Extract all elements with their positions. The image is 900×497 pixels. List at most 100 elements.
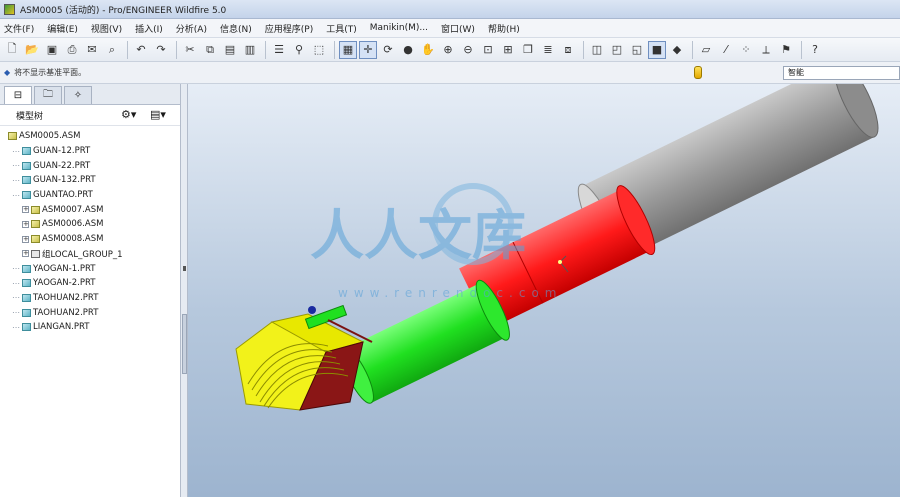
menu-tools[interactable]: 工具(T) (326, 22, 357, 35)
menu-insert[interactable]: 插入(I) (135, 22, 163, 35)
paste-icon[interactable]: ▤ (221, 41, 239, 59)
tree-item-label: ASM0008.ASM (42, 234, 104, 245)
hidden-line-icon[interactable]: ◰ (608, 41, 626, 59)
collapse-arrow-icon[interactable] (183, 266, 186, 271)
assembly-icon (31, 205, 40, 214)
tree-item[interactable]: ⋯ YAOGAN-2.PRT (0, 276, 180, 291)
datum-points-icon[interactable]: ⁘ (737, 41, 755, 59)
tree-item[interactable]: ⋯ GUAN-22.PRT (0, 158, 180, 173)
email-icon[interactable]: ✉ (83, 41, 101, 59)
enhanced-realism-icon[interactable]: ◆ (668, 41, 686, 59)
assembly-icon (31, 235, 40, 244)
tree-connector: ⋯ (12, 161, 20, 171)
reorient-icon[interactable]: ⊞ (499, 41, 517, 59)
tree-item[interactable]: ⋯ TAOHUAN2.PRT (0, 291, 180, 306)
tree-item[interactable]: + 组LOCAL_GROUP_1 (0, 247, 180, 262)
select-box-icon[interactable]: ⬚ (310, 41, 328, 59)
status-light-icon[interactable] (694, 66, 702, 79)
datum-planes-icon[interactable]: ▱ (697, 41, 715, 59)
refit-icon[interactable]: ⊡ (479, 41, 497, 59)
tree-item[interactable]: ⋯ GUAN-132.PRT (0, 173, 180, 188)
model-tree-header: 模型树 ⚙▾ ▤▾ (0, 105, 180, 126)
tree-item[interactable]: + ASM0008.ASM (0, 232, 180, 247)
expand-icon[interactable]: + (22, 250, 29, 258)
tab-folder-browser[interactable]: 🗀 (34, 86, 62, 104)
expand-icon[interactable]: + (22, 235, 29, 243)
panel-splitter[interactable] (181, 84, 188, 497)
cut-icon[interactable]: ✂ (181, 41, 199, 59)
tree-connector: ⋯ (12, 293, 20, 303)
settings-icon[interactable]: ⚙▾ (121, 108, 136, 121)
tree-item-label: ASM0005.ASM (19, 131, 81, 142)
flag-icon[interactable]: ⚑ (777, 41, 795, 59)
tab-favorites[interactable]: ✧ (64, 86, 92, 104)
svg-text:人人文库: 人人文库 (310, 204, 526, 267)
paste-special-icon[interactable]: ▥ (241, 41, 259, 59)
tree-item[interactable]: ⋯ GUANTAO.PRT (0, 188, 180, 203)
coordinate-systems-icon[interactable]: ⟂ (757, 41, 775, 59)
layers-icon[interactable]: ≣ (539, 41, 557, 59)
menu-manikin[interactable]: Manikin(M)... (370, 23, 428, 33)
zoom-file-icon[interactable]: ⌕ (103, 41, 121, 59)
zoom-in-icon[interactable]: ⊕ (439, 41, 457, 59)
menu-info[interactable]: 信息(N) (220, 22, 252, 35)
tree-item[interactable]: ⋯ YAOGAN-1.PRT (0, 261, 180, 276)
tree-connector: ⋯ (12, 264, 20, 274)
orient-icon[interactable]: ⟳ (379, 41, 397, 59)
tree-item[interactable]: ASM0005.ASM (0, 129, 180, 144)
print-icon[interactable]: ⎙ (63, 41, 81, 59)
tree-item-label: GUAN-132.PRT (33, 175, 96, 186)
tree-item-label: YAOGAN-1.PRT (33, 263, 96, 274)
shading-icon[interactable]: ■ (648, 40, 666, 59)
repaint-icon[interactable]: ▦ (339, 40, 357, 59)
tree-item[interactable]: ⋯ LIANGAN.PRT (0, 320, 180, 335)
undo-icon[interactable]: ↶ (132, 41, 150, 59)
datum-axes-icon[interactable]: ⁄ (717, 41, 735, 59)
menu-applications[interactable]: 应用程序(P) (265, 22, 313, 35)
menu-analysis[interactable]: 分析(A) (176, 22, 207, 35)
menu-window[interactable]: 窗口(W) (441, 22, 475, 35)
selection-filter-select[interactable]: 智能 (783, 66, 900, 80)
watermark-logo: 人人文库 www.renrendoc.com (310, 183, 556, 300)
tab-model-tree[interactable]: ⊟ (4, 86, 32, 104)
part-icon (22, 264, 31, 273)
tree-item[interactable]: ⋯ TAOHUAN2.PRT (0, 305, 180, 320)
appearance-icon[interactable]: ● (399, 41, 417, 59)
new-file-icon[interactable]: 🗋 (3, 41, 21, 59)
zoom-out-icon[interactable]: ⊖ (459, 41, 477, 59)
assembly-icon (31, 220, 40, 229)
tree-connector: ⋯ (12, 308, 20, 318)
regenerate-icon[interactable]: ☰ (270, 41, 288, 59)
spin-center-icon[interactable]: ✛ (359, 40, 377, 59)
show-icon[interactable]: ▤▾ (150, 108, 166, 121)
graphics-window[interactable]: 人人文库 www.renrendoc.com (188, 84, 900, 497)
tree-item[interactable]: ⋯ GUAN-12.PRT (0, 144, 180, 159)
wireframe-icon[interactable]: ◫ (588, 41, 606, 59)
menu-view[interactable]: 视图(V) (91, 22, 122, 35)
pan-icon[interactable]: ✋ (419, 41, 437, 59)
menu-bar: 文件(F) 编辑(E) 视图(V) 插入(I) 分析(A) 信息(N) 应用程序… (0, 19, 900, 38)
save-icon[interactable]: ▣ (43, 41, 61, 59)
copy-icon[interactable]: ⧉ (201, 41, 219, 59)
open-folder-icon[interactable]: 📂 (23, 41, 41, 59)
model-tree: ASM0005.ASM ⋯ GUAN-12.PRT ⋯ GUAN-22.PRT ⋯ GUAN… (0, 126, 180, 335)
expand-icon[interactable]: + (22, 206, 29, 214)
menu-help[interactable]: 帮助(H) (488, 22, 520, 35)
tree-connector: ⋯ (12, 278, 20, 288)
view-manager-icon[interactable]: ⧈ (559, 41, 577, 59)
tree-connector: ⋯ (12, 175, 20, 185)
scrollbar-thumb[interactable] (182, 314, 187, 374)
redo-icon[interactable]: ↷ (152, 41, 170, 59)
expand-icon[interactable]: + (22, 220, 29, 228)
navigator-tabs: ⊟ 🗀 ✧ (0, 84, 180, 105)
no-hidden-icon[interactable]: ◱ (628, 41, 646, 59)
tree-item[interactable]: + ASM0007.ASM (0, 202, 180, 217)
context-help-icon[interactable]: ? (806, 41, 824, 59)
menu-file[interactable]: 文件(F) (4, 22, 34, 35)
tree-connector: ⋯ (12, 190, 20, 200)
menu-edit[interactable]: 编辑(E) (47, 22, 78, 35)
tree-item[interactable]: + ASM0006.ASM (0, 217, 180, 232)
find-icon[interactable]: ⚲ (290, 41, 308, 59)
saved-views-icon[interactable]: ❐ (519, 41, 537, 59)
part-icon (22, 323, 31, 332)
